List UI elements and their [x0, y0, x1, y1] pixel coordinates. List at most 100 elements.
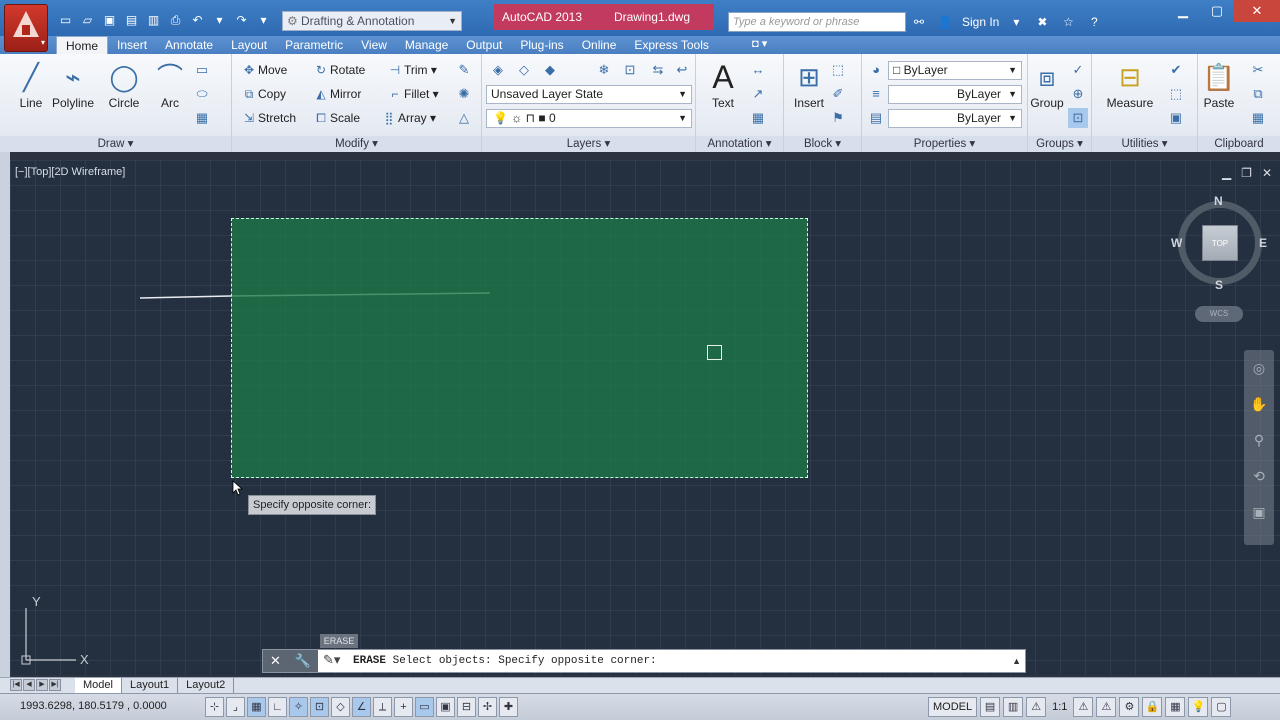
rectangle-icon[interactable]: ▭	[192, 60, 212, 80]
tab-express-tools[interactable]: Express Tools	[625, 36, 717, 54]
ribbon-minimize-icon[interactable]: ◘ ▾	[752, 37, 767, 50]
group-selection-icon[interactable]: ⊡	[1068, 108, 1088, 128]
copy-button[interactable]: ⧉ Copy	[240, 84, 286, 104]
tab-view[interactable]: View	[352, 36, 396, 54]
dynamic-ucs-icon[interactable]: ⟂	[373, 697, 392, 717]
tab-online[interactable]: Online	[573, 36, 626, 54]
viewcube-top-face[interactable]: TOP	[1202, 225, 1238, 261]
rotate-button[interactable]: ↻ Rotate	[312, 60, 365, 80]
chevron-down-icon[interactable]: ▾	[1007, 15, 1025, 29]
tab-parametric[interactable]: Parametric	[276, 36, 352, 54]
create-block-icon[interactable]: ⬚	[828, 60, 848, 80]
mirror-button[interactable]: ◭ Mirror	[312, 84, 361, 104]
color-dropdown[interactable]: □ ByLayer ▼	[888, 61, 1022, 80]
quick-select-icon[interactable]: ✔	[1166, 60, 1186, 80]
annotation-visibility-icon[interactable]: ⚠	[1073, 697, 1094, 717]
copy-clip-icon[interactable]: ⧉	[1248, 84, 1268, 104]
tab-output[interactable]: Output	[457, 36, 511, 54]
snap-mode-icon[interactable]: ⌟	[226, 697, 245, 717]
compass-south[interactable]: S	[1215, 278, 1223, 292]
quick-properties-icon[interactable]: ⊟	[457, 697, 476, 717]
array-button[interactable]: ⣿ Array ▾	[380, 108, 436, 128]
draw-panel-title[interactable]: Draw ▾	[0, 136, 231, 152]
pan-icon[interactable]: ✋	[1244, 386, 1274, 422]
new-icon[interactable]: ▭	[56, 11, 75, 30]
arc-button[interactable]: ⌒ Arc	[145, 58, 195, 110]
print-preview-icon[interactable]: ▥	[144, 11, 163, 30]
tab-layout1[interactable]: Layout1	[122, 678, 179, 693]
hardware-acceleration-icon[interactable]: ▦	[1165, 697, 1186, 717]
help-icon[interactable]: ?	[1085, 15, 1103, 29]
compass-north[interactable]: N	[1214, 194, 1223, 208]
ortho-mode-icon[interactable]: ∟	[268, 697, 287, 717]
modify-panel-title[interactable]: Modify ▾	[232, 136, 481, 152]
lock-icon[interactable]: 🔒	[1142, 697, 1163, 717]
save-as-icon[interactable]: ▤	[122, 11, 141, 30]
annotation-monitor-icon[interactable]: ✚	[499, 697, 518, 717]
leader-icon[interactable]: ↗	[748, 84, 768, 104]
clipboard-panel-title[interactable]: Clipboard	[1198, 136, 1280, 152]
redo-icon[interactable]: ↷	[232, 11, 251, 30]
polyline-button[interactable]: ⌁ Polyline	[48, 58, 98, 110]
linetype-dropdown[interactable]: ByLayer ▼	[888, 85, 1022, 104]
close-icon[interactable]: ✕	[1234, 0, 1280, 22]
offset-icon[interactable]: △	[454, 108, 474, 128]
chevron-up-icon[interactable]: ▲	[1012, 650, 1021, 672]
insert-button[interactable]: ⊞ Insert	[784, 58, 834, 110]
plot-icon[interactable]: ⎙	[166, 11, 185, 30]
command-line[interactable]: ✕ 🔧 ✎▾ ERASE Select objects: Specify opp…	[262, 649, 1026, 673]
restore-icon[interactable]: ❐	[1241, 166, 1252, 180]
layer-isolate-icon[interactable]: ◇	[514, 60, 534, 80]
close-icon[interactable]: ✕	[270, 653, 281, 669]
groups-panel-title[interactable]: Groups ▾	[1028, 136, 1091, 152]
layer-freeze-icon[interactable]: ❄	[594, 60, 614, 80]
layer-properties-icon[interactable]: ◈	[488, 60, 508, 80]
application-menu-button[interactable]: ▾	[4, 4, 48, 52]
edit-attributes-icon[interactable]: ⚑	[828, 108, 848, 128]
polar-tracking-icon[interactable]: ✧	[289, 697, 308, 717]
workspace-dropdown[interactable]: ⚙ Drafting & Annotation ▼	[282, 11, 462, 31]
showmotion-icon[interactable]: ▣	[1244, 494, 1274, 530]
undo-dropdown-icon[interactable]: ▾	[210, 11, 229, 30]
erase-icon[interactable]: ✎	[454, 60, 474, 80]
annotation-panel-title[interactable]: Annotation ▾	[696, 136, 783, 152]
3d-object-snap-icon[interactable]: ◇	[331, 697, 350, 717]
compass-east[interactable]: E	[1259, 236, 1267, 250]
minimize-icon[interactable]: ▁	[1166, 0, 1200, 22]
select-all-icon[interactable]: ⬚	[1166, 84, 1186, 104]
object-snap-icon[interactable]: ⊡	[310, 697, 329, 717]
transparency-icon[interactable]: ▣	[436, 697, 455, 717]
match-clip-icon[interactable]: ▦	[1248, 108, 1268, 128]
layer-dropdown[interactable]: 💡 ☼ ⊓ ■ 0 ▼	[486, 109, 692, 128]
trim-button[interactable]: ⊣ Trim ▾	[386, 60, 437, 80]
group-edit-icon[interactable]: ⊕	[1068, 84, 1088, 104]
quick-view-drawings-icon[interactable]: ▥	[1003, 697, 1024, 717]
sign-in-link[interactable]: Sign In	[962, 15, 999, 29]
orbit-icon[interactable]: ⟲	[1244, 458, 1274, 494]
circle-button[interactable]: ◯ Circle	[99, 58, 149, 110]
minimize-icon[interactable]: ▁	[1222, 166, 1231, 180]
workspace-switching-icon[interactable]: ⚙	[1119, 697, 1140, 717]
group-button[interactable]: ⧈ Group	[1022, 58, 1072, 110]
tab-plug-ins[interactable]: Plug-ins	[511, 36, 572, 54]
selection-cycling-icon[interactable]: ✢	[478, 697, 497, 717]
lineweight-dropdown[interactable]: ByLayer ▼	[888, 109, 1022, 128]
close-icon[interactable]: ✕	[1262, 166, 1272, 180]
tab-layout2[interactable]: Layout2	[178, 678, 235, 693]
binoculars-icon[interactable]: ⚯	[910, 15, 928, 29]
tab-layout[interactable]: Layout	[222, 36, 276, 54]
lineweight-icon[interactable]: ▭	[415, 697, 434, 717]
model-space-button[interactable]: MODEL	[928, 697, 978, 717]
next-layout-icon[interactable]: ▶	[36, 679, 48, 691]
table-icon[interactable]: ▦	[748, 108, 768, 128]
exchange-icon[interactable]: ✖	[1033, 15, 1051, 29]
redo-dropdown-icon[interactable]: ▾	[254, 11, 273, 30]
search-input[interactable]: Type a keyword or phrase	[728, 12, 906, 32]
fillet-button[interactable]: ⌐ Fillet ▾	[386, 84, 438, 104]
layer-match-icon[interactable]: ⇆	[648, 60, 668, 80]
clean-screen-icon[interactable]: ▢	[1211, 697, 1232, 717]
layer-lock-icon[interactable]: ⊡	[620, 60, 640, 80]
hatch-icon[interactable]: ▦	[192, 108, 212, 128]
tab-annotate[interactable]: Annotate	[156, 36, 222, 54]
move-button[interactable]: ✥ Move	[240, 60, 287, 80]
